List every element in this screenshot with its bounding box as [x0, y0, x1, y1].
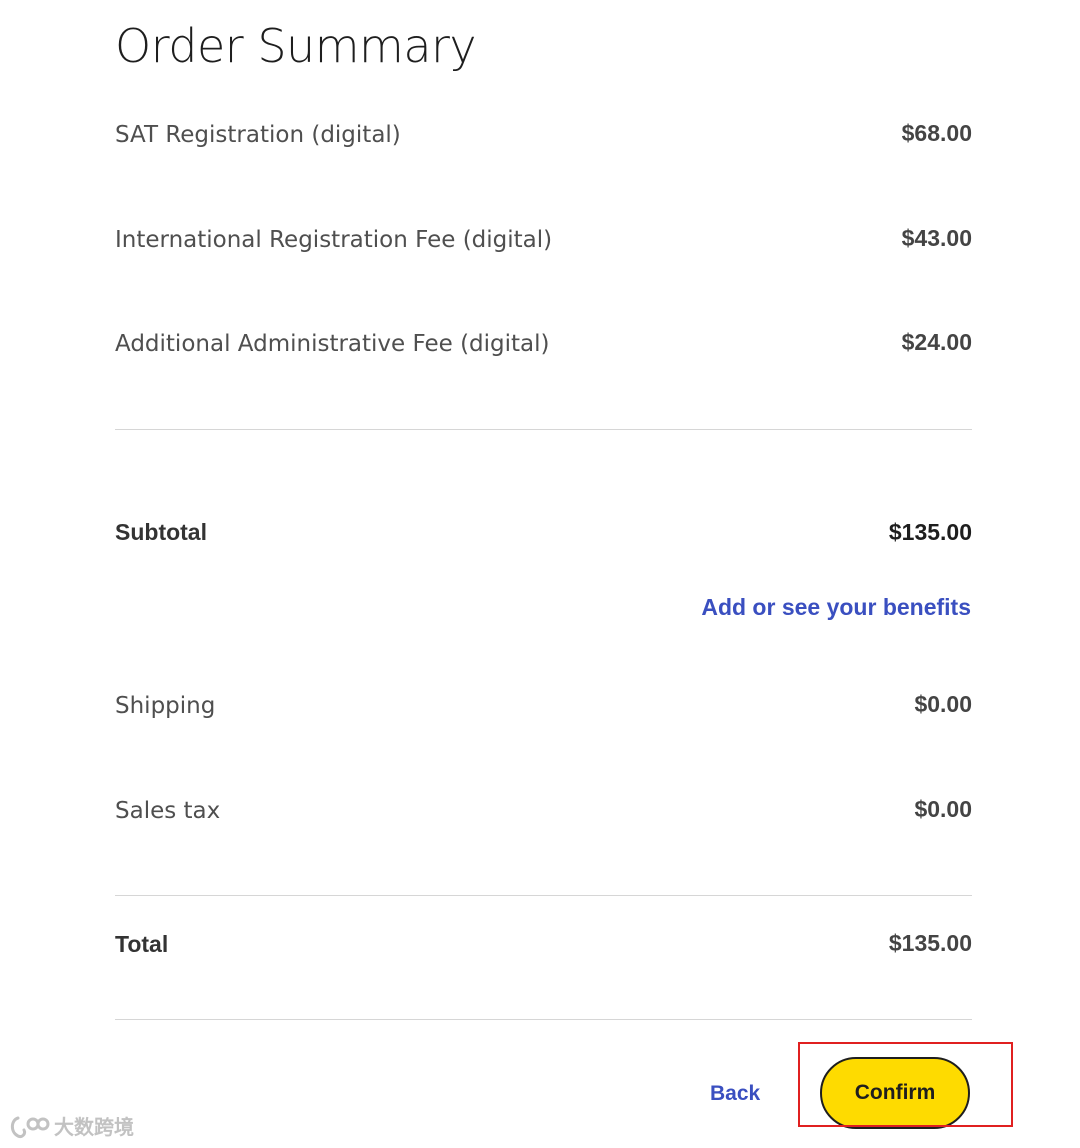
- line-item-label: Additional Administrative Fee (digital): [115, 331, 550, 357]
- divider: [115, 1019, 972, 1020]
- shipping-label: Shipping: [115, 693, 216, 719]
- total-label: Total: [115, 931, 169, 957]
- subtotal-label: Subtotal: [115, 519, 207, 545]
- shipping-amount: $0.00: [914, 691, 972, 717]
- sales-tax-label: Sales tax: [115, 798, 221, 824]
- page-title: Order Summary: [115, 19, 477, 73]
- watermark-text: 大数跨境: [54, 1115, 134, 1139]
- line-item-label: International Registration Fee (digital): [115, 227, 553, 253]
- line-item-label: SAT Registration (digital): [115, 122, 401, 148]
- divider: [115, 895, 972, 896]
- back-button[interactable]: Back: [710, 1080, 760, 1108]
- divider: [115, 429, 972, 430]
- line-item-amount: $43.00: [901, 225, 972, 251]
- confirm-button[interactable]: Confirm: [820, 1057, 970, 1129]
- line-item-amount: $24.00: [901, 329, 972, 355]
- subtotal-amount: $135.00: [888, 519, 972, 545]
- watermark: 大数跨境: [8, 1113, 134, 1141]
- benefits-link[interactable]: Add or see your benefits: [701, 592, 971, 622]
- watermark-logo-icon: [8, 1114, 50, 1140]
- line-item-amount: $68.00: [901, 120, 972, 146]
- sales-tax-amount: $0.00: [914, 796, 972, 822]
- total-amount: $135.00: [888, 930, 972, 956]
